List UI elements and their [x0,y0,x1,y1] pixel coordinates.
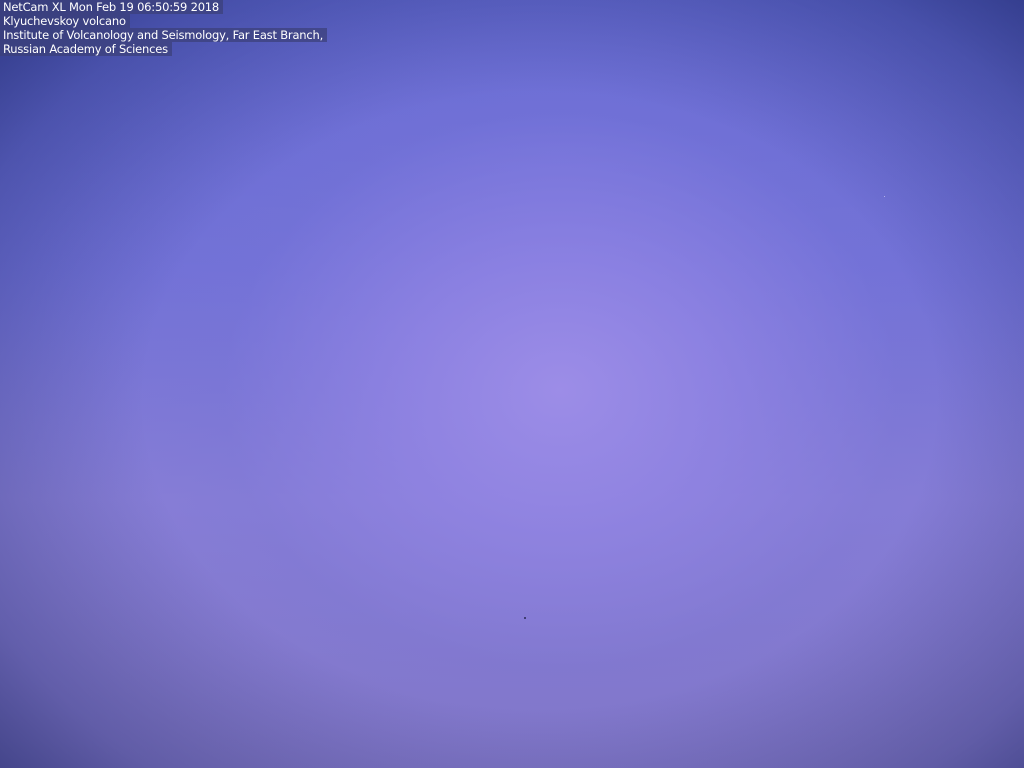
caption-timestamp-line: NetCam XL Mon Feb 19 06:50:59 2018 [0,0,224,14]
sky-vignette [0,0,1024,768]
caption-institute-line: Institute of Volcanology and Seismology,… [0,28,328,42]
caption-location-line: Klyuchevskoy volcano [0,14,130,28]
camera-caption-overlay: NetCam XL Mon Feb 19 06:50:59 2018 Klyuc… [0,0,328,56]
webcam-image: NetCam XL Mon Feb 19 06:50:59 2018 Klyuc… [0,0,1024,768]
caption-academy-line: Russian Academy of Sciences [0,42,172,56]
light-speck [884,196,885,197]
dark-speck [524,617,526,619]
